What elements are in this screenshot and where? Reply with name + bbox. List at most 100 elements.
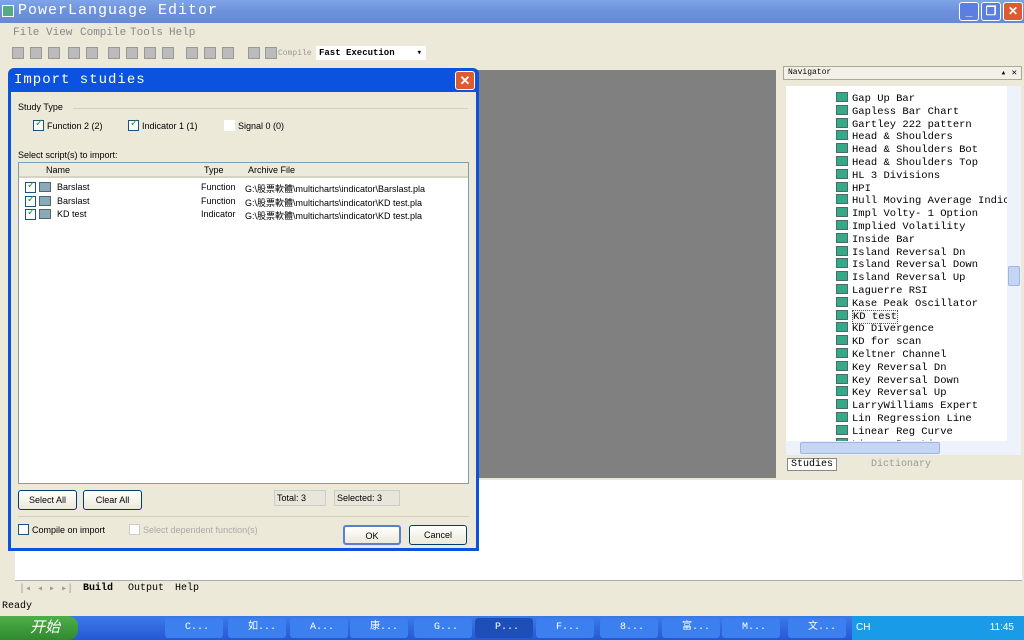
taskbar-item[interactable]: 富...: [662, 618, 720, 638]
clear-all-button[interactable]: Clear All: [83, 490, 142, 510]
split-vertical-icon[interactable]: [222, 47, 234, 59]
tree-item[interactable]: Gapless Bar Chart: [836, 104, 959, 118]
taskbar-item[interactable]: C...: [165, 618, 223, 638]
open-icon[interactable]: [30, 47, 42, 59]
tree-item[interactable]: Implied Volatility: [836, 220, 965, 233]
tree-item[interactable]: Inside Bar: [836, 232, 915, 246]
tree-item[interactable]: Key Reversal Down: [836, 373, 959, 387]
tree-item[interactable]: Key Reversal Up: [836, 386, 947, 399]
tree-item[interactable]: Hull Moving Average Indicator: [836, 194, 1007, 207]
signal-type-checkbox[interactable]: Signal 0 (0): [224, 120, 284, 131]
column-name[interactable]: Name: [46, 165, 70, 175]
tree-item[interactable]: LarryWilliams Expert: [836, 399, 978, 412]
taskbar-item[interactable]: A...: [290, 618, 348, 638]
vertical-scrollbar[interactable]: [1007, 86, 1021, 441]
close-button[interactable]: ✕: [1003, 2, 1023, 21]
menu-compile[interactable]: Compile: [80, 27, 126, 39]
tree-item[interactable]: Impl Volty- 1 Option: [836, 207, 978, 220]
function-type-checkbox[interactable]: Function 2 (2): [33, 118, 103, 131]
ok-button[interactable]: OK: [343, 525, 401, 545]
execution-mode-select[interactable]: Fast Execution ▾: [316, 46, 426, 60]
indicator-type-checkbox[interactable]: Indicator 1 (1): [128, 118, 198, 131]
tab-help[interactable]: Help: [175, 583, 199, 594]
select-all-button[interactable]: Select All: [18, 490, 77, 510]
menu-view[interactable]: View: [46, 27, 72, 39]
tree-item[interactable]: Head & Shoulders Top: [836, 156, 978, 169]
minimize-button[interactable]: _: [959, 2, 979, 21]
tree-item[interactable]: Linear Reg Curve: [836, 424, 953, 438]
start-button[interactable]: 开始: [0, 616, 78, 640]
taskbar-item[interactable]: F...: [536, 618, 594, 638]
tree-item[interactable]: HPI: [836, 181, 871, 195]
tree-item[interactable]: Lin Regression Line: [836, 412, 972, 425]
execution-mode-value: Fast Execution: [319, 48, 395, 58]
export-icon[interactable]: [86, 47, 98, 59]
menu-help[interactable]: Help: [169, 27, 195, 39]
column-archive-file[interactable]: Archive File: [248, 165, 295, 175]
find-next-icon[interactable]: [162, 47, 174, 59]
tab-nav-arrows[interactable]: |◂ ◂ ▸ ▸|: [19, 583, 73, 595]
verify-icon[interactable]: [248, 47, 260, 59]
tree-item[interactable]: Head & Shoulders Bot: [836, 143, 978, 156]
studies-tree[interactable]: Gap Up Bar Gapless Bar Chart Gartley 222 p…: [786, 86, 1007, 441]
tree-item[interactable]: HL 3 Divisions: [836, 168, 940, 182]
taskbar-item[interactable]: G...: [414, 618, 472, 638]
select-dependent-checkbox[interactable]: Select dependent function(s): [129, 524, 258, 535]
dialog-close-button[interactable]: ✕: [455, 71, 475, 90]
restore-button[interactable]: ❐: [981, 2, 1001, 21]
tree-item[interactable]: Laguerre RSI: [836, 284, 928, 297]
redo-icon[interactable]: [126, 47, 138, 59]
tree-item[interactable]: Gap Up Bar: [836, 92, 915, 105]
tree-item[interactable]: Key Reversal Dn: [836, 360, 947, 374]
cancel-button[interactable]: Cancel: [409, 525, 467, 545]
tree-item-label: Island Reversal Down: [852, 259, 979, 272]
tree-item[interactable]: Keltner Channel: [836, 348, 947, 361]
tree-item[interactable]: Gartley 222 pattern: [836, 117, 972, 131]
tree-item[interactable]: Island Reversal Up: [836, 271, 965, 284]
tree-item[interactable]: KD Divergence: [836, 322, 934, 335]
indicator-icon: [836, 309, 848, 320]
table-row[interactable]: Barslast Function G:\股票軟體\multicharts\indi…: [19, 180, 468, 194]
import-icon[interactable]: [68, 47, 80, 59]
split-horizontal-icon[interactable]: [186, 47, 198, 59]
indicator-icon: [836, 335, 848, 346]
taskbar-item[interactable]: 8...: [600, 618, 658, 638]
tree-item-label: Island Reversal Dn: [852, 246, 966, 259]
tab-output[interactable]: Output: [128, 583, 164, 594]
close-icon[interactable]: ▴ ✕: [1001, 67, 1017, 79]
horizontal-scrollbar[interactable]: [786, 441, 1021, 455]
navigator-header: Navigator ▴ ✕: [783, 66, 1022, 80]
menu-file[interactable]: File: [13, 27, 39, 39]
table-row[interactable]: KD test Indicator G:\股票軟體\multicharts\indi…: [19, 207, 468, 221]
tree-item[interactable]: Kase Peak Oscillator: [836, 296, 978, 310]
language-indicator[interactable]: CH: [856, 622, 870, 633]
taskbar-item[interactable]: 如...: [228, 618, 286, 638]
compile-on-import-checkbox[interactable]: Compile on import: [18, 524, 105, 535]
taskbar-item[interactable]: P...: [475, 618, 533, 638]
tab-studies[interactable]: Studies: [787, 458, 838, 471]
tree-item[interactable]: Island Reversal Down: [836, 258, 978, 271]
save-icon[interactable]: [48, 47, 60, 59]
undo-icon[interactable]: [108, 47, 120, 59]
column-type[interactable]: Type: [204, 165, 224, 175]
compile-label[interactable]: Compile: [278, 49, 312, 58]
table-row[interactable]: Barslast Function G:\股票軟體\multicharts\indi…: [19, 194, 468, 208]
tree-item[interactable]: Island Reversal Dn: [836, 245, 966, 259]
new-icon[interactable]: [12, 47, 24, 59]
find-icon[interactable]: [144, 47, 156, 59]
menu-tools[interactable]: Tools: [130, 27, 163, 39]
tree-item-label: Gartley 222 pattern: [852, 118, 972, 131]
chevron-down-icon[interactable]: ▾: [417, 46, 422, 60]
tree-item[interactable]: Head & Shoulders: [836, 130, 953, 143]
taskbar-item[interactable]: M...: [722, 618, 780, 638]
indicator-icon: [836, 104, 848, 115]
taskbar-item[interactable]: 康...: [350, 618, 408, 638]
split-icon[interactable]: [204, 47, 216, 59]
tab-dictionary[interactable]: Dictionary: [871, 459, 931, 470]
scripts-list[interactable]: Name Type Archive File Barslast Function G…: [18, 162, 469, 484]
tree-item[interactable]: KD for scan: [836, 335, 921, 348]
tree-item[interactable]: KD test: [836, 309, 899, 324]
tab-build[interactable]: Build: [83, 583, 113, 594]
taskbar-item[interactable]: 文...: [788, 618, 846, 638]
compile-icon[interactable]: [265, 47, 277, 59]
